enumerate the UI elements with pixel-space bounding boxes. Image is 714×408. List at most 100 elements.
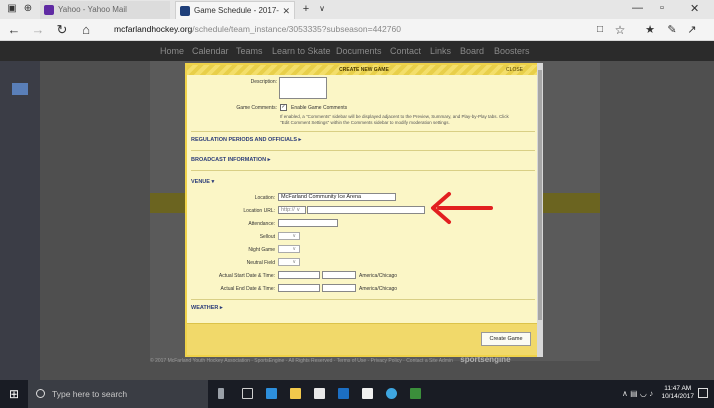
description-field[interactable] — [279, 77, 327, 99]
refresh-icon[interactable]: ↻ — [54, 22, 70, 38]
browser-nav-bar: ← → ↻ ⌂ mcfarlandhockey.org/schedule/tea… — [0, 19, 714, 41]
sellout-select[interactable]: ∨ — [278, 232, 300, 240]
neutral-field-label: Neutral Field — [246, 260, 275, 266]
location-label: Location: — [254, 195, 275, 201]
site-nav-contact[interactable]: Contact — [390, 46, 421, 56]
favorite-star-icon[interactable]: ☆ — [612, 22, 628, 38]
close-window-icon[interactable]: ✕ — [690, 2, 699, 15]
task-view-icon[interactable] — [242, 388, 253, 399]
night-game-label: Night Game — [248, 247, 275, 253]
site-nav-home[interactable]: Home — [160, 46, 184, 56]
tab-list-icon[interactable]: ▣ — [4, 1, 20, 17]
dashboard-icon[interactable] — [12, 83, 28, 95]
admin-left-rail — [0, 61, 40, 380]
clock-time: 11:47 AM — [664, 385, 692, 392]
taskbar-search[interactable]: Type here to search — [28, 380, 208, 408]
url-host: mcfarlandhockey.org — [114, 24, 193, 34]
modal-close-button[interactable]: CLOSE — [506, 65, 523, 75]
site-nav-board[interactable]: Board — [460, 46, 484, 56]
tab-yahoo-mail[interactable]: Yahoo - Yahoo Mail — [40, 1, 170, 19]
windows-start-icon[interactable]: ⊞ — [0, 380, 28, 408]
modal-header: CREATE NEW GAME CLOSE — [187, 65, 541, 75]
site-navigation: Home Calendar Teams Learn to Skate Docum… — [0, 41, 714, 61]
file-explorer-icon[interactable] — [290, 388, 301, 399]
reading-view-icon[interactable]: □ — [592, 22, 608, 38]
end-timezone: America/Chicago — [359, 286, 398, 292]
enable-comments-checkbox[interactable]: ✓ — [280, 104, 287, 111]
close-tab-icon[interactable]: ✕ — [282, 2, 290, 20]
location-field[interactable]: McFarland Community Ice Arena — [278, 193, 396, 201]
mail-icon — [44, 5, 54, 15]
enable-comments-label: Enable Game Comments — [291, 105, 348, 111]
tab-label: Game Schedule - 2017- — [194, 6, 279, 15]
new-tab-icon[interactable]: + — [298, 1, 314, 17]
back-icon[interactable]: ← — [6, 22, 22, 38]
maximize-icon[interactable]: ▫ — [660, 2, 664, 14]
site-nav-boosters[interactable]: Boosters — [494, 46, 530, 56]
site-nav-teams[interactable]: Teams — [236, 46, 263, 56]
section-weather[interactable]: WEATHER ▸ — [191, 305, 223, 311]
start-timezone: America/Chicago — [359, 273, 398, 279]
web-note-icon[interactable]: ✎ — [664, 22, 680, 38]
site-nav-documents[interactable]: Documents — [336, 46, 382, 56]
notifications-icon[interactable] — [698, 388, 708, 398]
divider — [191, 150, 535, 151]
section-venue[interactable]: VENUE ▾ — [191, 179, 214, 185]
store-icon[interactable] — [314, 388, 325, 399]
chevron-down-icon[interactable]: ∨ — [314, 1, 330, 17]
location-url-label: Location URL: — [243, 208, 275, 214]
spreadsheet-icon[interactable] — [410, 388, 421, 399]
start-date-field[interactable] — [278, 271, 320, 279]
site-nav-calendar[interactable]: Calendar — [192, 46, 229, 56]
share-icon[interactable]: ↗ — [684, 22, 700, 38]
taskbar-clock[interactable]: 11:47 AM 10/14/2017 — [661, 385, 694, 401]
tab-game-schedule[interactable]: Game Schedule - 2017- ✕ — [175, 1, 295, 19]
night-game-select[interactable]: ∨ — [278, 245, 300, 253]
forward-icon[interactable]: → — [30, 22, 46, 38]
home-icon[interactable]: ⌂ — [78, 22, 94, 38]
section-regulation-periods[interactable]: REGULATION PERIODS AND OFFICIALS ▸ — [191, 137, 301, 143]
search-placeholder: Type here to search — [52, 389, 128, 399]
create-game-button[interactable]: Create Game — [481, 332, 531, 346]
browser-app-icon[interactable] — [386, 388, 397, 399]
site-nav-learn-to-skate[interactable]: Learn to Skate — [272, 46, 331, 56]
location-url-field[interactable] — [307, 206, 425, 214]
site-nav-links[interactable]: Links — [430, 46, 451, 56]
address-bar[interactable]: mcfarlandhockey.org/schedule/team_instan… — [110, 21, 586, 38]
comments-help-line-2: "Edit Comment Settings" within the Comme… — [280, 120, 450, 125]
attendance-field[interactable] — [278, 219, 338, 227]
tab-label: Yahoo - Yahoo Mail — [58, 5, 127, 14]
minimize-icon[interactable]: — — [632, 2, 643, 14]
start-time-field[interactable] — [322, 271, 356, 279]
divider — [191, 299, 535, 300]
url-path: /schedule/team_instance/3053335?subseaso… — [192, 24, 401, 34]
favorites-hub-icon[interactable]: ★ — [642, 22, 658, 38]
edge-icon[interactable] — [266, 388, 277, 399]
search-icon — [36, 389, 45, 398]
comments-help-line-1: If enabled, a "Comments" sidebar will be… — [280, 114, 509, 119]
url-protocol-select[interactable]: http:// ∨ — [278, 206, 306, 214]
mail-app-icon[interactable] — [362, 388, 373, 399]
windows-taskbar: ⊞ Type here to search ∧ ▤ ◡ ♪ 11:47 AM 1… — [0, 380, 714, 408]
sportsengine-icon — [180, 6, 190, 16]
game-comments-label: Game Comments: — [236, 105, 277, 111]
modal-button-bar: Create Game — [187, 323, 541, 355]
actual-end-label: Actual End Date & Time: — [220, 286, 275, 292]
url-protocol-value: http:// — [281, 207, 295, 213]
neutral-field-select[interactable]: ∨ — [278, 258, 300, 266]
actual-start-label: Actual Start Date & Time: — [218, 273, 275, 279]
red-arrow-annotation — [431, 192, 493, 224]
footer-text: © 2017 McFarland Youth Hockey Associatio… — [150, 358, 453, 364]
description-label: Description: — [250, 79, 277, 85]
tab-preview-icon[interactable]: ⊕ — [20, 1, 36, 17]
end-time-field[interactable] — [322, 284, 356, 292]
divider — [191, 131, 535, 132]
divider — [191, 170, 535, 171]
section-broadcast-information[interactable]: BROADCAST INFORMATION ▸ — [191, 157, 270, 163]
microphone-icon[interactable] — [218, 388, 224, 399]
system-tray-icons[interactable]: ∧ ▤ ◡ ♪ — [622, 389, 653, 398]
end-date-field[interactable] — [278, 284, 320, 292]
app-icon[interactable] — [338, 388, 349, 399]
clock-date: 10/14/2017 — [661, 393, 694, 400]
scrollbar-thumb[interactable] — [538, 70, 542, 320]
